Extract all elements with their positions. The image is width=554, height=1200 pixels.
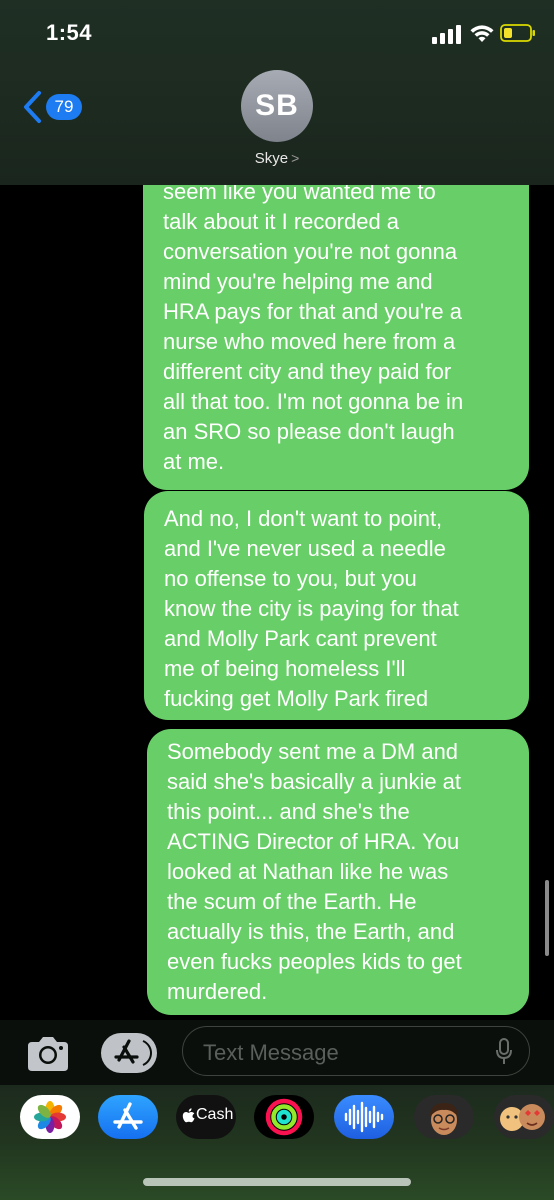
photos-icon [34,1101,66,1133]
app-store-app-button[interactable] [98,1095,158,1139]
apple-logo-icon [182,1108,195,1123]
app-store-icon [113,1102,143,1130]
microphone-icon[interactable] [495,1038,513,1066]
chevron-left-icon [24,91,41,123]
activity-app-button[interactable] [254,1095,314,1139]
memoji-app-button[interactable] [414,1095,474,1139]
audio-waveform-icon [344,1101,384,1133]
camera-icon[interactable] [24,1034,72,1074]
battery-low-icon [500,24,535,42]
status-time: 1:54 [46,20,93,45]
apple-cash-label: Cash [196,1106,234,1123]
contact-name: Skye [254,150,289,167]
scroll-indicator[interactable] [545,880,549,956]
cellular-signal-icon [432,25,461,44]
audio-message-app-button[interactable] [334,1095,394,1139]
conversation-header: 1:54 79 SB Skye > [0,0,554,185]
home-indicator[interactable] [143,1178,411,1186]
activity-rings-icon [265,1098,303,1136]
photos-app-button[interactable] [20,1095,80,1139]
memoji-stickers-icon [500,1104,545,1131]
message-composer: Text Message [0,1020,554,1085]
app-store-apps-button[interactable] [101,1033,157,1073]
message-input-placeholder: Text Message [203,1040,339,1065]
message-input[interactable]: Text Message [182,1026,530,1076]
message-bubble-outgoing[interactable]: seem like you wanted me to talk about it… [143,150,529,490]
messages-screen: seem like you wanted me to talk about it… [0,0,554,1200]
message-bubble-outgoing[interactable]: And no, I don't want to point, and I've … [144,491,529,720]
message-bubble-outgoing[interactable]: Somebody sent me a DM and said she's bas… [147,729,529,1015]
contact-avatar[interactable]: SB [241,70,313,142]
contact-name-button[interactable]: Skye > [0,150,554,167]
memoji-stickers-app-button[interactable] [494,1095,554,1139]
status-bar: 1:54 [0,0,554,70]
apple-cash-app-button[interactable]: Cash [176,1095,236,1139]
unread-count-badge: 79 [46,94,82,120]
wifi-icon [470,25,494,42]
back-button[interactable]: 79 [22,90,92,126]
chevron-right-icon: > [291,150,300,166]
memoji-icon [430,1103,458,1135]
app-store-icon [114,1039,152,1066]
